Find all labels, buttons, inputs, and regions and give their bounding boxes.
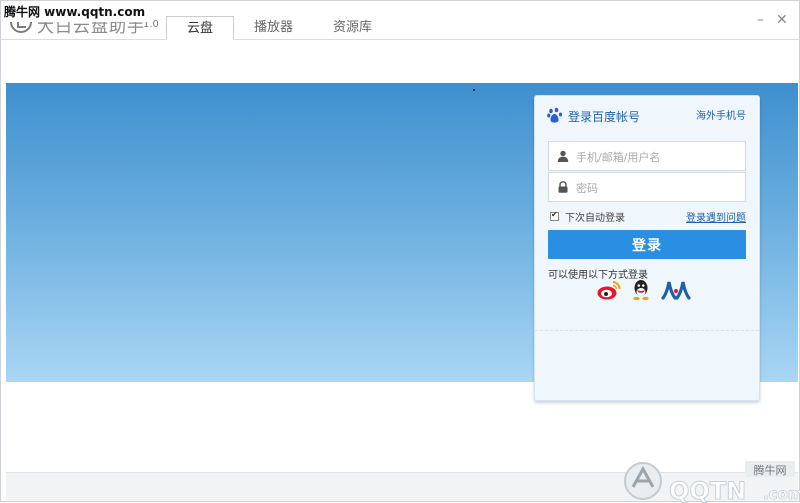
login-trouble-link[interactable]: 登录遇到问题 (686, 209, 746, 224)
password-field (548, 172, 746, 202)
username-input[interactable] (574, 146, 743, 168)
tab-resources[interactable]: 资源库 (313, 16, 392, 40)
password-input[interactable] (574, 177, 743, 199)
main-tabs: 云盘 播放器 资源库 (166, 16, 392, 40)
weibo-icon[interactable] (596, 279, 622, 301)
qqtn-watermark-logo: 腾牛网 QQTN .com (624, 461, 800, 503)
toolbar-area (6, 40, 798, 82)
banner-dot (473, 89, 475, 91)
minimize-button[interactable]: – (757, 13, 764, 27)
auto-login-option: 下次自动登录 (550, 209, 625, 224)
login-title: 登录百度帐号 (568, 110, 641, 124)
app-window: 大白云盘助手 1.0 云盘 播放器 资源库 – ✕ 登录百度帐号 海外手机号 手… (0, 0, 800, 503)
lock-icon (558, 181, 568, 193)
login-button[interactable]: 登录 (548, 230, 746, 259)
qq-icon[interactable] (628, 279, 654, 301)
tab-player[interactable]: 播放器 (234, 16, 313, 40)
watermark-brand-cn: 腾牛网 (754, 463, 787, 477)
tab-cloud-disk[interactable]: 云盘 (166, 16, 235, 40)
renren-icon[interactable] (661, 279, 691, 301)
baidu-login-panel: 登录百度帐号 海外手机号 下次自动登录 登录遇到问题 登录 可以使用以下方式登录 (534, 95, 760, 401)
auto-login-checkbox[interactable] (550, 210, 559, 221)
username-field (548, 141, 746, 171)
overseas-phone-link[interactable]: 海外手机号 (696, 107, 746, 122)
watermark-top-text: 腾牛网 www.qqtn.com (1, 1, 149, 22)
close-button[interactable]: ✕ (776, 13, 788, 27)
auto-login-label: 下次自动登录 (565, 213, 625, 224)
user-icon (557, 150, 569, 162)
watermark-brand-suffix: .com (763, 485, 800, 503)
baidu-paw-icon (547, 107, 563, 123)
panel-divider (535, 330, 759, 331)
watermark-brand-en: QQTN (669, 477, 746, 503)
